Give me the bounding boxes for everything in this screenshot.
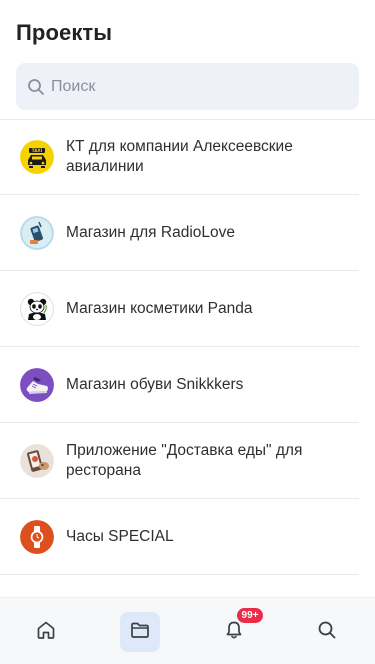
list-item[interactable]: Приложение "Доставка еды" для ресторана xyxy=(0,423,359,499)
list-item[interactable]: Магазин косметики Panda xyxy=(0,271,359,347)
search-placeholder: Поиск xyxy=(51,77,96,95)
food-avatar xyxy=(20,443,54,478)
list-item-label: Магазин обуви Snikkkers xyxy=(66,375,244,393)
project-list: TAXI КТ для компании Алексеевские авиали… xyxy=(0,120,375,575)
bottom-navigation: 99+ xyxy=(0,597,375,664)
tab-search[interactable] xyxy=(307,612,347,652)
sneakers-avatar xyxy=(20,367,54,402)
radio-avatar xyxy=(20,215,54,250)
search-icon xyxy=(27,78,45,96)
list-item[interactable]: Часы SPECIAL xyxy=(0,499,359,575)
list-item-label: Магазин косметики Panda xyxy=(66,299,253,317)
list-item-label: Приложение "Доставка еды" для ресторана xyxy=(66,441,303,479)
tab-projects[interactable] xyxy=(120,612,160,652)
list-item[interactable]: Магазин для RadioLove xyxy=(0,195,359,271)
page-title: Проекты xyxy=(16,20,113,45)
search-icon xyxy=(316,619,338,646)
header: Проекты Поиск xyxy=(0,0,375,120)
list-item[interactable]: TAXI КТ для компании Алексеевские авиали… xyxy=(0,120,359,195)
tab-home[interactable] xyxy=(26,612,66,652)
notifications-badge: 99+ xyxy=(237,608,263,623)
watch-avatar xyxy=(20,519,54,554)
list-item-label: Часы SPECIAL xyxy=(66,527,174,545)
panda-avatar xyxy=(20,291,54,326)
folder-icon xyxy=(129,619,151,646)
svg-text:TAXI: TAXI xyxy=(32,148,43,153)
list-item[interactable]: Магазин обуви Snikkkers xyxy=(0,347,359,423)
search-input[interactable]: Поиск xyxy=(16,63,359,110)
home-icon xyxy=(35,619,57,646)
list-item-label: КТ для компании Алексеевские авиалинии xyxy=(66,138,293,175)
taxi-avatar: TAXI xyxy=(20,140,54,174)
list-item-label: Магазин для RadioLove xyxy=(66,223,235,241)
